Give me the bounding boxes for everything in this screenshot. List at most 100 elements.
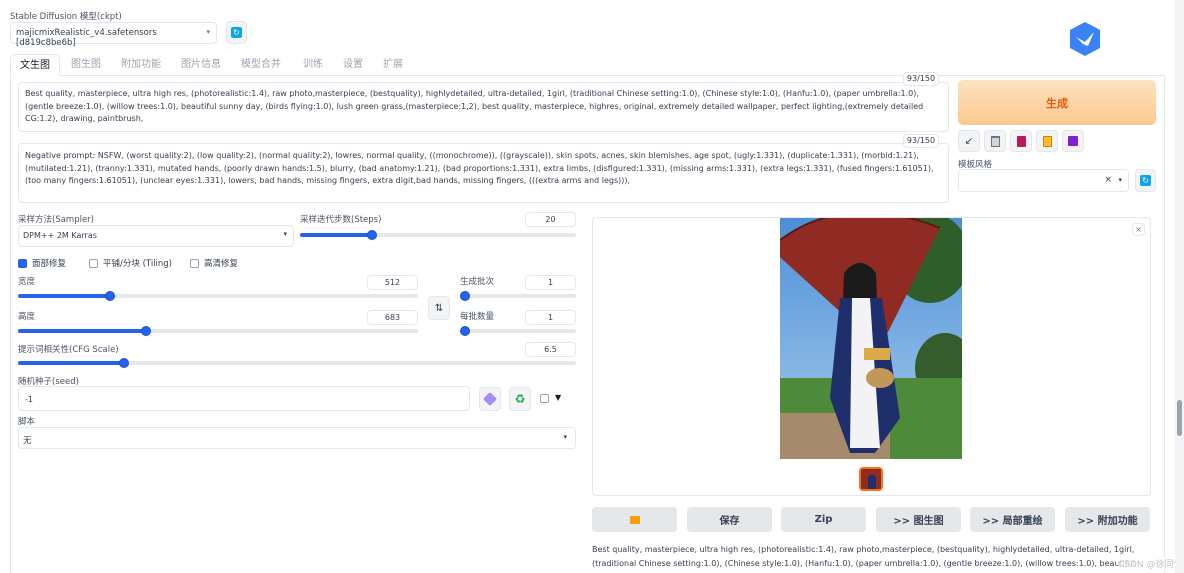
negative-prompt-textarea[interactable]: Negative prompt: NSFW, (worst quality:2)… (18, 143, 949, 203)
checkbox-box (190, 258, 199, 268)
tiling-label: 平铺/分块 (Tiling) (103, 259, 172, 269)
chevron-down-icon: ▾ (563, 433, 567, 441)
prompt-textarea[interactable]: Best quality, masterpiece, ultra high re… (18, 82, 949, 132)
refresh-icon: ↻ (231, 27, 242, 38)
seed-input[interactable]: -1 (18, 386, 470, 411)
generate-button[interactable]: 生成 (958, 80, 1156, 125)
triangle-down-icon[interactable]: ▼ (555, 393, 561, 402)
save-style-button[interactable] (1062, 130, 1084, 152)
sampler-value: DPM++ 2M Karras (23, 231, 97, 240)
height-slider[interactable] (18, 326, 418, 336)
face-restore-checkbox[interactable]: 面部修复 (18, 257, 66, 269)
gallery-thumbnail[interactable] (859, 467, 883, 491)
tab-bar: 文生图 图生图 附加功能 图片信息 模型合并 训练 设置 扩展 (10, 54, 1165, 76)
card-icon (1016, 135, 1026, 147)
slider-knob[interactable] (119, 358, 130, 368)
extra-seed-checkbox[interactable] (540, 394, 549, 406)
read-params-button[interactable]: ↙ (958, 130, 980, 152)
swap-icon: ⇅ (434, 302, 444, 314)
close-icon[interactable]: × (1132, 223, 1145, 236)
recycle-icon: ♻ (514, 392, 526, 406)
send-to-img2img-button[interactable]: >> 图生图 (876, 507, 961, 532)
cfg-input[interactable]: 6.5 (525, 342, 576, 357)
prompt-token-counter: 93/150 (903, 72, 939, 86)
model-label: Stable Diffusion 模型(ckpt) (10, 12, 122, 22)
tab-checkpoint-merger[interactable]: 模型合并 (232, 54, 290, 76)
clear-prompt-button[interactable] (984, 130, 1006, 152)
batch-count-input[interactable]: 1 (525, 275, 576, 290)
cfg-label: 提示词相关性(CFG Scale) (18, 345, 119, 355)
slider-knob[interactable] (366, 230, 377, 240)
check-icon (18, 258, 27, 268)
batch-size-slider[interactable] (460, 326, 576, 336)
negative-token-counter: 93/150 (903, 134, 939, 148)
arrow-icon: ↙ (964, 135, 974, 147)
tab-extensions[interactable]: 扩展 (374, 54, 412, 76)
steps-label: 采样迭代步数(Steps) (300, 215, 382, 225)
sampler-select[interactable]: DPM++ 2M Karras ▾ (18, 225, 294, 247)
model-select[interactable]: majicmixRealistic_v4.safetensors [d819c8… (10, 22, 217, 48)
batch-size-input[interactable]: 1 (525, 310, 576, 325)
sampler-label: 采样方法(Sampler) (18, 215, 94, 225)
cfg-slider[interactable] (18, 358, 576, 368)
bird-logo-icon (1066, 20, 1104, 58)
trash-icon (990, 135, 1000, 147)
zip-button[interactable]: Zip (781, 507, 866, 532)
slider-knob[interactable] (460, 291, 470, 301)
tab-png-info[interactable]: 图片信息 (172, 54, 230, 76)
open-folder-button[interactable] (592, 507, 677, 532)
swap-dimensions-button[interactable]: ⇅ (428, 296, 450, 320)
apply-style-button[interactable] (1036, 130, 1058, 152)
batch-size-label: 每批数量 (460, 312, 495, 322)
style-select[interactable]: × ▾ (958, 169, 1129, 192)
batch-count-slider[interactable] (460, 291, 576, 301)
tab-txt2img[interactable]: 文生图 (10, 54, 60, 76)
hires-fix-label: 高清修复 (204, 259, 239, 269)
checkbox-box (89, 258, 98, 268)
width-label: 宽度 (18, 277, 36, 287)
send-to-extras-button[interactable]: >> 附加功能 (1065, 507, 1150, 532)
width-slider[interactable] (18, 291, 418, 301)
script-select[interactable]: 无 ▾ (18, 427, 576, 449)
refresh-styles-button[interactable]: ↻ (1135, 169, 1156, 192)
prompt-text: Best quality, masterpiece, ultra high re… (25, 89, 924, 123)
slider-knob[interactable] (105, 291, 115, 301)
steps-input[interactable]: 20 (525, 212, 576, 227)
clear-icon[interactable]: × (1104, 175, 1112, 185)
generated-image[interactable] (780, 218, 962, 459)
send-to-inpaint-button[interactable]: >> 局部重绘 (970, 507, 1055, 532)
scrollbar-thumb[interactable] (1177, 400, 1182, 436)
refresh-icon: ↻ (1140, 175, 1151, 186)
width-input[interactable]: 512 (367, 275, 418, 290)
tab-img2img[interactable]: 图生图 (62, 54, 110, 76)
refresh-model-button[interactable]: ↻ (226, 21, 247, 44)
chevron-down-icon: ▾ (283, 230, 287, 238)
save-button[interactable]: 保存 (687, 507, 772, 532)
height-input[interactable]: 683 (367, 310, 418, 325)
watermark: CSDN @徐同保 (1118, 557, 1183, 570)
seed-value: -1 (25, 395, 33, 404)
slider-knob[interactable] (141, 326, 151, 336)
reuse-seed-button[interactable]: ♻ (509, 387, 531, 411)
random-seed-button[interactable] (479, 387, 501, 411)
batch-count-label: 生成批次 (460, 277, 495, 287)
tab-settings[interactable]: 设置 (334, 54, 372, 76)
steps-slider[interactable] (300, 230, 576, 240)
model-value: majicmixRealistic_v4.safetensors [d819c8… (16, 28, 157, 48)
negative-prompt-text: Negative prompt: NSFW, (worst quality:2)… (25, 151, 934, 185)
page-scrollbar[interactable] (1175, 0, 1184, 573)
hires-fix-checkbox[interactable]: 高清修复 (190, 257, 238, 269)
extra-networks-button[interactable] (1010, 130, 1032, 152)
tiling-checkbox[interactable]: 平铺/分块 (Tiling) (89, 257, 172, 269)
height-label: 高度 (18, 312, 36, 322)
checkbox-box (540, 394, 549, 403)
script-label: 脚本 (18, 417, 36, 427)
tab-extras[interactable]: 附加功能 (112, 54, 170, 76)
face-restore-label: 面部修复 (32, 259, 67, 269)
chevron-down-icon: ▾ (206, 28, 210, 36)
chevron-down-icon: ▾ (1118, 176, 1122, 184)
folder-icon (629, 515, 640, 524)
floppy-icon (1068, 136, 1078, 146)
tab-train[interactable]: 训练 (294, 54, 332, 76)
slider-knob[interactable] (460, 326, 470, 336)
